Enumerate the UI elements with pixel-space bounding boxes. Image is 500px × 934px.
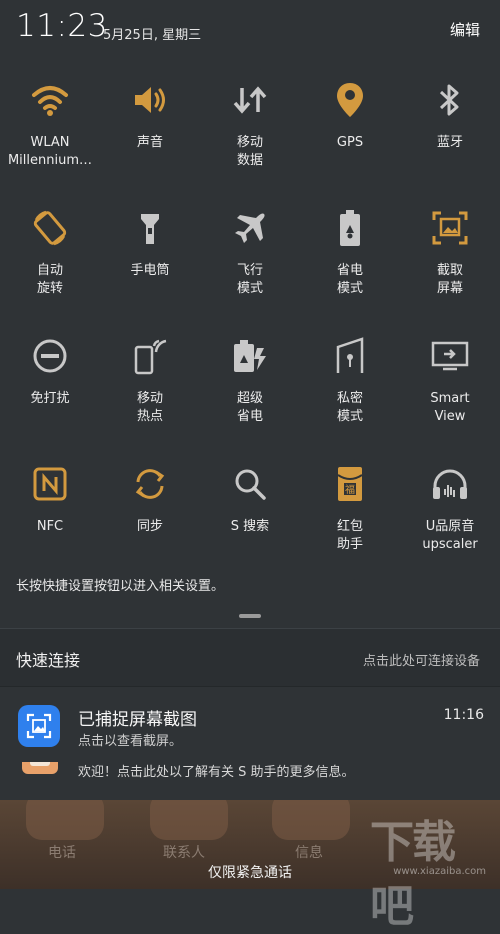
ultra-power-saving-icon: [228, 334, 272, 378]
location-pin-icon: [328, 78, 372, 122]
s-assistant-icon: [22, 762, 58, 774]
notification-subtitle: 点击以查看截屏。: [78, 734, 183, 749]
phone-app-icon: [26, 800, 104, 840]
private-mode-icon: [328, 334, 372, 378]
tile-mobile-hotspot[interactable]: 移动 热点: [100, 326, 200, 454]
tile-label: 蓝牙: [436, 135, 463, 150]
dock-label-contacts: 联系人: [163, 845, 205, 861]
tile-screenshot[interactable]: 截取 屏幕: [400, 198, 500, 326]
mobile-hotspot-icon: [128, 334, 172, 378]
long-press-hint: 长按快捷设置按钮以进入相关设置。: [16, 579, 225, 594]
screenshot-notification[interactable]: 已捕捉屏幕截图 点击以查看截屏。 11:16: [0, 686, 500, 763]
tile-s-search[interactable]: S 搜索: [200, 454, 300, 582]
date-label: 5月25日, 星期三: [103, 28, 202, 43]
tile-airplane[interactable]: 飞行 模式: [200, 198, 300, 326]
screenshot-icon: [428, 206, 472, 250]
tile-sync[interactable]: 同步: [100, 454, 200, 582]
tile-label: 飞行 模式: [236, 263, 263, 296]
tile-label: 移动 数据: [236, 135, 263, 168]
search-icon: [228, 462, 272, 506]
tile-label: 手电筒: [130, 263, 170, 278]
tile-flashlight[interactable]: 手电筒: [100, 198, 200, 326]
tile-upscaler[interactable]: U品原音 upscaler: [400, 454, 500, 582]
headphones-icon: [428, 462, 472, 506]
contacts-app-icon: [150, 800, 228, 840]
watermark: 下载吧 www.xiazaiba.com: [370, 806, 490, 932]
tile-private-mode[interactable]: 私密 模式: [300, 326, 400, 454]
tile-power-saving[interactable]: 省电 模式: [300, 198, 400, 326]
screenshot-app-icon: [18, 705, 60, 747]
wifi-icon: [28, 78, 72, 122]
tile-red-envelope[interactable]: 福 红包 助手: [300, 454, 400, 582]
tile-label: NFC: [36, 519, 64, 534]
tile-nfc[interactable]: NFC: [0, 454, 100, 582]
tile-bluetooth[interactable]: 蓝牙: [400, 70, 500, 198]
tile-do-not-disturb[interactable]: 免打扰: [0, 326, 100, 454]
bluetooth-icon: [428, 78, 472, 122]
tile-wlan[interactable]: WLAN Millennium…: [0, 70, 100, 198]
quick-connect-action[interactable]: 点击此处可连接设备: [363, 650, 480, 669]
dock-label-messages: 信息: [295, 845, 323, 861]
tile-ultra-power-saving[interactable]: 超级 省电: [200, 326, 300, 454]
quick-settings-grid: WLAN Millennium… 声音 移动 数据 GPS 蓝牙 自动 旋转 手…: [0, 70, 500, 582]
tile-label: GPS: [336, 135, 364, 150]
power-saving-battery-icon: [328, 206, 372, 250]
tile-label: 私密 模式: [336, 391, 363, 424]
tile-label: 自动 旋转: [36, 263, 63, 296]
tile-smart-view[interactable]: Smart View: [400, 326, 500, 454]
dock-label-phone: 电话: [48, 845, 76, 861]
tile-mobile-data[interactable]: 移动 数据: [200, 70, 300, 198]
s-assistant-text: 欢迎！点击此处以了解有关 S 助手的更多信息。: [78, 765, 355, 780]
s-assistant-notification[interactable]: 欢迎！点击此处以了解有关 S 助手的更多信息。: [0, 762, 500, 800]
speaker-icon: [128, 78, 172, 122]
do-not-disturb-icon: [28, 334, 72, 378]
tile-sound[interactable]: 声音: [100, 70, 200, 198]
messages-app-icon: [272, 800, 350, 840]
tile-label: 声音: [136, 135, 163, 150]
quick-connect-title: 快速连接: [16, 651, 81, 670]
tile-label: S 搜索: [230, 519, 270, 534]
drag-handle[interactable]: [239, 614, 261, 618]
flashlight-icon: [128, 206, 172, 250]
tile-label: 红包 助手: [336, 519, 363, 552]
clock-time: 11:23: [16, 8, 108, 44]
tile-label: 移动 热点: [136, 391, 163, 424]
airplane-icon: [228, 206, 272, 250]
tile-label: U品原音 upscaler: [422, 519, 478, 552]
tile-label: WLAN Millennium…: [7, 135, 93, 168]
smart-view-icon: [428, 334, 472, 378]
notification-time: 11:16: [443, 707, 484, 723]
status-bar: 11:23 5月25日, 星期三 编辑: [0, 0, 500, 60]
tile-label: 省电 模式: [336, 263, 363, 296]
nfc-icon: [28, 462, 72, 506]
auto-rotate-icon: [28, 206, 72, 250]
tile-label: 截取 屏幕: [436, 263, 463, 296]
tile-label: Smart View: [430, 391, 470, 424]
watermark-url: www.xiazaiba.com: [393, 866, 486, 877]
svg-text:福: 福: [345, 483, 355, 496]
red-envelope-icon: 福: [328, 462, 372, 506]
edit-button[interactable]: 编辑: [450, 19, 480, 40]
sync-icon: [128, 462, 172, 506]
mobile-data-icon: [228, 78, 272, 122]
tile-auto-rotate[interactable]: 自动 旋转: [0, 198, 100, 326]
tile-gps[interactable]: GPS: [300, 70, 400, 198]
notification-title: 已捕捉屏幕截图: [78, 710, 197, 730]
tile-label: 超级 省电: [236, 391, 263, 424]
quick-connect-bar[interactable]: 快速连接 点击此处可连接设备: [0, 628, 500, 687]
tile-label: 同步: [136, 519, 163, 534]
tile-label: 免打扰: [30, 391, 70, 406]
